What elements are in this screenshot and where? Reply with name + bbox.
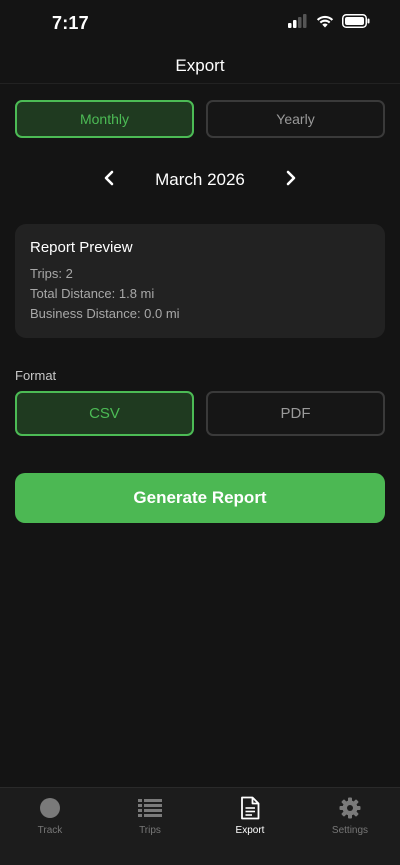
- tab-track[interactable]: Track: [0, 796, 100, 842]
- gear-icon: [338, 796, 362, 820]
- preview-trips: Trips: 2: [30, 266, 73, 281]
- preview-title: Report Preview: [30, 239, 133, 256]
- document-icon: [238, 796, 262, 820]
- tab-settings[interactable]: Settings: [300, 796, 400, 842]
- csv-format-button[interactable]: CSV: [15, 391, 194, 436]
- status-time: 7:17: [52, 13, 89, 33]
- chevron-right-icon: [285, 170, 297, 191]
- tab-label: Track: [37, 825, 63, 836]
- tab-label: Settings: [331, 825, 369, 836]
- period-label: March 2026: [155, 170, 245, 189]
- wifi-icon: [316, 14, 334, 33]
- tab-label: Export: [235, 825, 265, 836]
- status-icons: [288, 14, 370, 33]
- status-bar: 7:17: [0, 0, 400, 48]
- preview-business-distance: Business Distance: 0.0 mi: [30, 306, 180, 321]
- list-icon: [138, 796, 162, 820]
- report-preview-card: Report Preview Trips: 2 Total Distance: …: [15, 224, 385, 338]
- generate-report-button[interactable]: Generate Report: [15, 473, 385, 523]
- tab-bar: Track Trips Export Settings: [0, 787, 400, 865]
- navigation-header: Export: [0, 48, 400, 84]
- pdf-format-button[interactable]: PDF: [206, 391, 385, 436]
- period-selector: March 2026: [0, 164, 400, 196]
- yearly-toggle-button[interactable]: Yearly: [206, 100, 385, 138]
- battery-icon: [342, 14, 370, 33]
- circle-icon: [38, 796, 62, 820]
- format-label: Format: [15, 368, 57, 383]
- tab-trips[interactable]: Trips: [100, 796, 200, 842]
- tab-label: Trips: [139, 825, 161, 836]
- page-title: Export: [175, 56, 225, 75]
- tab-export[interactable]: Export: [200, 796, 300, 842]
- monthly-toggle-button[interactable]: Monthly: [15, 100, 194, 138]
- next-period-button[interactable]: [279, 168, 303, 192]
- cellular-signal-icon: [288, 14, 308, 33]
- preview-total-distance: Total Distance: 1.8 mi: [30, 286, 155, 301]
